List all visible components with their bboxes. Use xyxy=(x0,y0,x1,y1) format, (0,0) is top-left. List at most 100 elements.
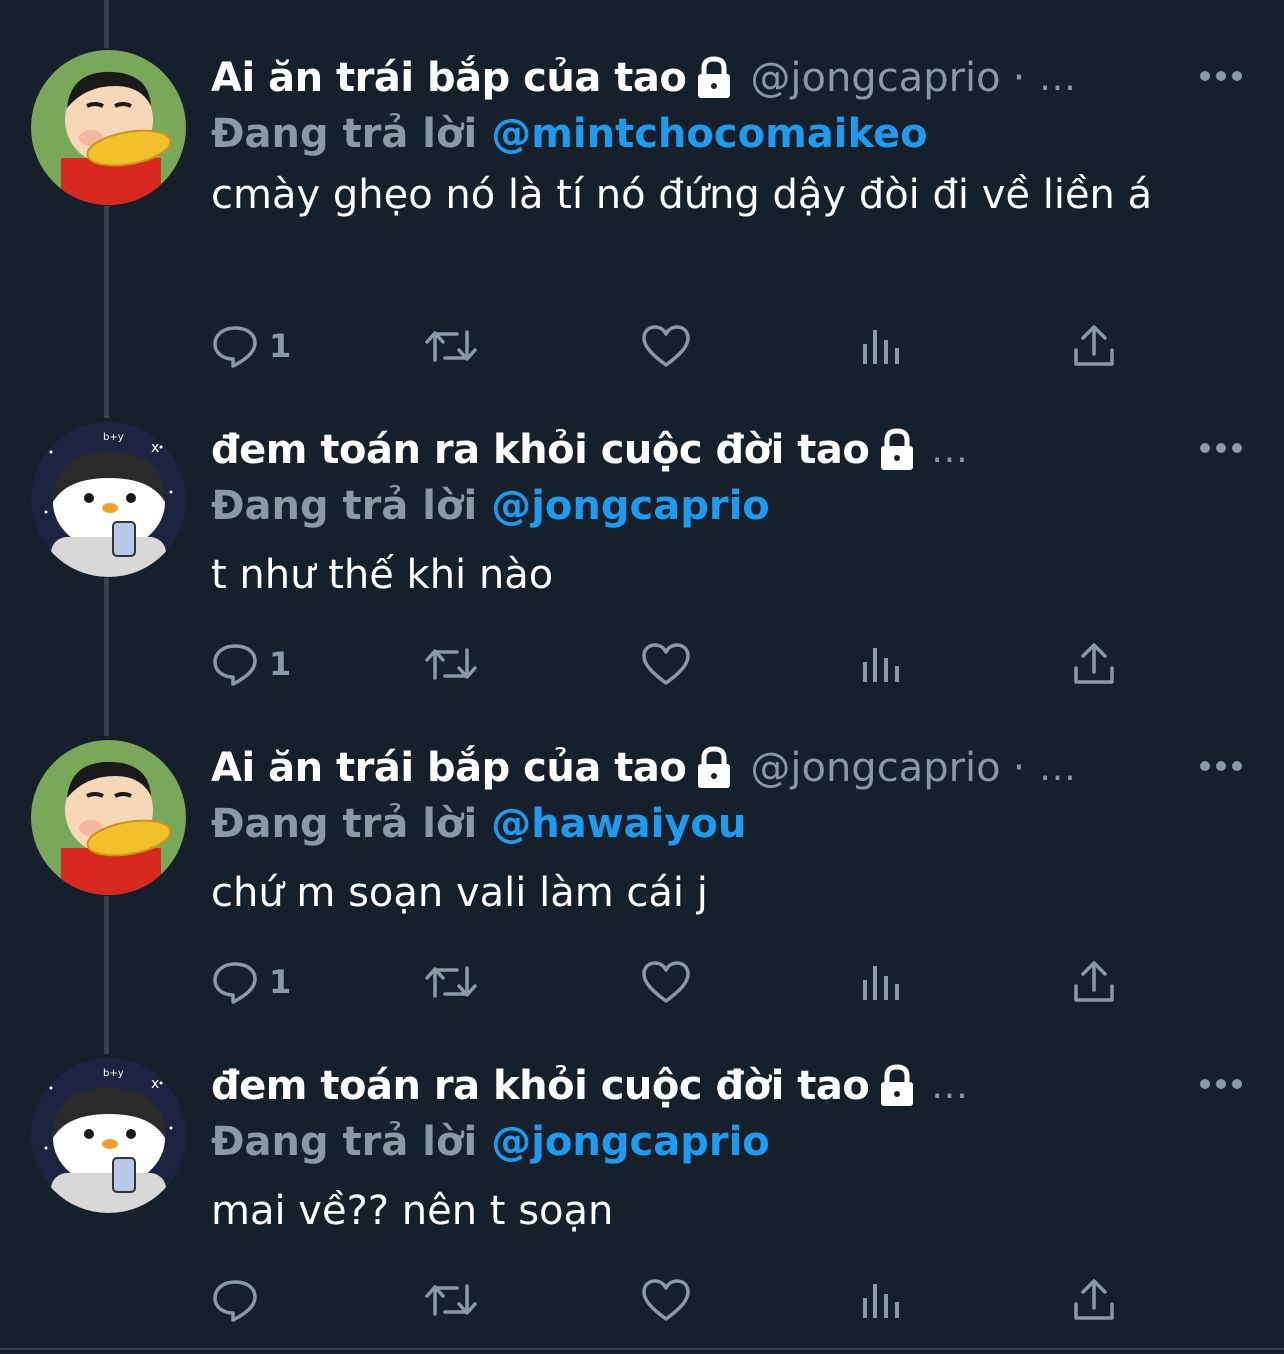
tweet-header: đem toán ra khỏi cuộc đời tao ... xyxy=(211,422,969,478)
divider xyxy=(0,1348,1284,1350)
handle[interactable]: @jongcaprio xyxy=(750,745,1000,791)
tweet[interactable]: Ai ăn trái bắp của tao @jongcaprio · ...… xyxy=(0,50,1284,390)
replying-to: Đang trả lời @jongcaprio xyxy=(211,478,770,534)
heart-icon xyxy=(642,961,690,1003)
handle[interactable]: @jongcaprio xyxy=(750,55,1000,101)
penguin-avatar-image: b+y x xyxy=(31,1058,186,1213)
reply-button[interactable] xyxy=(211,1270,269,1330)
analytics-icon xyxy=(863,1284,899,1318)
tweet-header: Ai ăn trái bắp của tao @jongcaprio · ... xyxy=(211,740,1077,796)
tweet-actions: 1 xyxy=(211,316,1131,376)
separator-dot: · xyxy=(1012,55,1026,101)
avatar[interactable] xyxy=(31,50,186,205)
share-button[interactable] xyxy=(1071,1270,1117,1330)
more-icon[interactable] xyxy=(1196,754,1246,778)
thread-line xyxy=(104,0,109,48)
heart-icon xyxy=(642,325,690,367)
tweet-header: đem toán ra khỏi cuộc đời tao ... xyxy=(211,1058,969,1114)
reply-button[interactable]: 1 xyxy=(211,316,291,376)
avatar[interactable]: b+y x xyxy=(31,1058,186,1213)
svg-text:x: x xyxy=(151,1076,159,1092)
avatar[interactable] xyxy=(31,740,186,895)
display-name[interactable]: Ai ăn trái bắp của tao xyxy=(211,55,687,101)
share-button[interactable] xyxy=(1071,634,1117,694)
separator-dot: · xyxy=(1012,745,1026,791)
retweet-button[interactable] xyxy=(423,952,479,1012)
share-icon xyxy=(1074,1279,1114,1320)
tweet-text: t như thế khi nào xyxy=(211,552,554,598)
like-button[interactable] xyxy=(641,1270,691,1330)
more-icon[interactable] xyxy=(1196,64,1246,88)
penguin-avatar-image: b+y x xyxy=(31,422,186,577)
tweet-actions: 1 xyxy=(211,634,1131,694)
reply-count: 1 xyxy=(269,645,292,683)
timestamp[interactable]: ... xyxy=(931,430,968,471)
reply-button[interactable]: 1 xyxy=(211,952,291,1012)
reply-label: Đang trả lời xyxy=(211,801,478,847)
tweet-text: mai về?? nên t soạn xyxy=(211,1188,614,1234)
timestamp[interactable]: ... xyxy=(1039,58,1076,99)
tweet-actions: 1 xyxy=(211,952,1131,1012)
reply-label: Đang trả lời xyxy=(211,111,478,157)
lock-icon xyxy=(877,428,917,472)
reply-icon xyxy=(213,326,257,368)
share-button[interactable] xyxy=(1071,952,1117,1012)
like-button[interactable] xyxy=(641,316,691,376)
analytics-icon xyxy=(863,330,899,364)
tweet-text: chứ m soạn vali làm cái j xyxy=(211,870,708,916)
lock-icon xyxy=(694,56,734,100)
analytics-button[interactable] xyxy=(859,1270,903,1330)
reply-icon xyxy=(213,1280,257,1322)
share-button[interactable] xyxy=(1071,316,1117,376)
heart-icon xyxy=(642,643,690,685)
thread-page: Ai ăn trái bắp của tao @jongcaprio · ...… xyxy=(0,0,1284,1354)
reply-label: Đang trả lời xyxy=(211,483,478,529)
retweet-icon xyxy=(425,966,477,998)
reply-button[interactable]: 1 xyxy=(211,634,291,694)
svg-text:b+y: b+y xyxy=(103,1068,124,1079)
share-icon xyxy=(1074,961,1114,1002)
retweet-button[interactable] xyxy=(423,1270,479,1330)
more-icon[interactable] xyxy=(1196,436,1246,460)
replying-to: Đang trả lời @hawaiyou xyxy=(211,796,746,852)
shinchan-avatar-image xyxy=(31,740,186,895)
retweet-icon xyxy=(425,330,477,362)
retweet-icon xyxy=(425,1284,477,1316)
tweet-text: cmày ghẹo nó là tí nó đứng dậy đòi đi về… xyxy=(211,172,1153,218)
more-icon[interactable] xyxy=(1196,1072,1246,1096)
analytics-button[interactable] xyxy=(859,952,903,1012)
timestamp[interactable]: ... xyxy=(1039,748,1076,789)
reply-mention[interactable]: @hawaiyou xyxy=(491,801,746,847)
timestamp[interactable]: ... xyxy=(931,1066,968,1107)
reply-mention[interactable]: @jongcaprio xyxy=(491,1119,770,1165)
display-name[interactable]: đem toán ra khỏi cuộc đời tao xyxy=(211,427,870,473)
tweet[interactable]: b+y x đem toán ra khỏi cuộc đời tao ... … xyxy=(0,1058,1284,1348)
tweet-header: Ai ăn trái bắp của tao @jongcaprio · ... xyxy=(211,50,1077,106)
reply-count: 1 xyxy=(269,963,292,1001)
shinchan-avatar-image xyxy=(31,50,186,205)
share-icon xyxy=(1074,643,1114,684)
avatar[interactable]: b+y x xyxy=(31,422,186,577)
tweet-actions xyxy=(211,1270,1131,1330)
replying-to: Đang trả lời @mintchocomaikeo xyxy=(211,106,928,162)
share-icon xyxy=(1074,325,1114,366)
display-name[interactable]: Ai ăn trái bắp của tao xyxy=(211,745,687,791)
tweet[interactable]: b+y x đem toán ra khỏi cuộc đời tao ... … xyxy=(0,422,1284,712)
like-button[interactable] xyxy=(641,634,691,694)
reply-icon xyxy=(213,644,257,686)
analytics-icon xyxy=(863,648,899,682)
analytics-icon xyxy=(863,966,899,1000)
retweet-button[interactable] xyxy=(423,316,479,376)
lock-icon xyxy=(694,746,734,790)
reply-mention[interactable]: @mintchocomaikeo xyxy=(491,111,927,157)
analytics-button[interactable] xyxy=(859,634,903,694)
tweet[interactable]: Ai ăn trái bắp của tao @jongcaprio · ...… xyxy=(0,740,1284,1030)
heart-icon xyxy=(642,1279,690,1321)
retweet-button[interactable] xyxy=(423,634,479,694)
lock-icon xyxy=(877,1064,917,1108)
display-name[interactable]: đem toán ra khỏi cuộc đời tao xyxy=(211,1063,870,1109)
analytics-button[interactable] xyxy=(859,316,903,376)
reply-mention[interactable]: @jongcaprio xyxy=(491,483,770,529)
like-button[interactable] xyxy=(641,952,691,1012)
reply-label: Đang trả lời xyxy=(211,1119,478,1165)
